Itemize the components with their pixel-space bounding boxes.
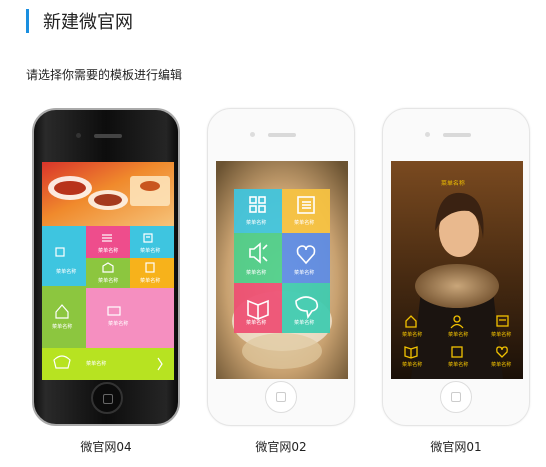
phone-speaker (443, 133, 471, 137)
menu-label: 菜单名称 (140, 277, 161, 284)
tile-green-2 (42, 286, 86, 348)
tile-lime (42, 348, 174, 380)
page-title: 新建微官网 (43, 12, 133, 33)
menu-label: 菜单名称 (52, 323, 73, 330)
menu-label: 菜单名称 (108, 320, 129, 327)
phone-camera (250, 132, 255, 137)
header-accent-bar (26, 9, 29, 33)
menu-label: 菜单名称 (98, 277, 119, 284)
menu-label: 菜单名称 (98, 247, 119, 254)
template-card-02[interactable]: 菜单名称 菜单名称 菜单名称 菜单名称 菜单名称 菜单名称 (207, 108, 355, 426)
menu-label: 菜单名称 (294, 319, 315, 326)
menu-title-label: 菜单名称 (441, 179, 465, 187)
phone-home-button (440, 381, 472, 413)
menu-label: 菜单名称 (491, 331, 512, 338)
template-caption-01: 微官网01 (430, 440, 482, 454)
phone-frame: 菜单名称 菜单名称 菜单名称 菜单名称 菜单名称 菜单名称 菜单名称 (382, 108, 530, 426)
template-preview-01: 菜单名称 菜单名称 菜单名称 菜单名称 菜单名称 菜单名称 菜单名称 (391, 161, 523, 379)
menu-label: 菜单名称 (491, 361, 512, 368)
fur-collar-shape (415, 264, 499, 308)
menu-label: 菜单名称 (56, 268, 77, 275)
template-card-01[interactable]: 菜单名称 菜单名称 菜单名称 菜单名称 菜单名称 菜单名称 菜单名称 (382, 108, 530, 426)
tile-yellow (282, 189, 330, 233)
menu-label: 菜单名称 (294, 269, 315, 276)
menu-label: 菜单名称 (246, 319, 267, 326)
template-preview-02: 菜单名称 菜单名称 菜单名称 菜单名称 菜单名称 菜单名称 (216, 161, 348, 379)
phone-frame: 菜单名称 菜单名称 菜单名称 菜单名称 菜单名称 菜单名称 菜单名称 菜单名称 (32, 108, 180, 426)
menu-label: 菜单名称 (448, 361, 469, 368)
phone-speaker (268, 133, 296, 137)
phone-camera (425, 132, 430, 137)
template-02-screen (216, 161, 348, 379)
menu-label: 菜单名称 (402, 361, 423, 368)
menu-label: 菜单名称 (140, 247, 161, 254)
menu-label: 菜单名称 (246, 269, 267, 276)
template-01-screen (391, 161, 523, 379)
tile-light-pink (86, 288, 174, 348)
phone-speaker (94, 134, 122, 138)
menu-label: 菜单名称 (246, 219, 267, 226)
menu-label: 菜单名称 (86, 360, 107, 367)
phone-camera (76, 133, 81, 138)
phone-home-button (91, 382, 123, 414)
menu-label: 菜单名称 (402, 331, 423, 338)
menu-label: 菜单名称 (448, 331, 469, 338)
template-preview-04: 菜单名称 菜单名称 菜单名称 菜单名称 菜单名称 菜单名称 菜单名称 菜单名称 (42, 162, 174, 380)
tile-cyan (234, 189, 282, 233)
phone-frame: 菜单名称 菜单名称 菜单名称 菜单名称 菜单名称 菜单名称 (207, 108, 355, 426)
page-header: 新建微官网 (26, 8, 133, 34)
template-caption-04: 微官网04 (80, 440, 132, 454)
template-card-04[interactable]: 菜单名称 菜单名称 菜单名称 菜单名称 菜单名称 菜单名称 菜单名称 菜单名称 (32, 108, 180, 426)
phone-home-button (265, 381, 297, 413)
template-caption-02: 微官网02 (255, 440, 307, 454)
instructions-text: 请选择你需要的模板进行编辑 (26, 68, 183, 82)
menu-label: 菜单名称 (294, 219, 315, 226)
